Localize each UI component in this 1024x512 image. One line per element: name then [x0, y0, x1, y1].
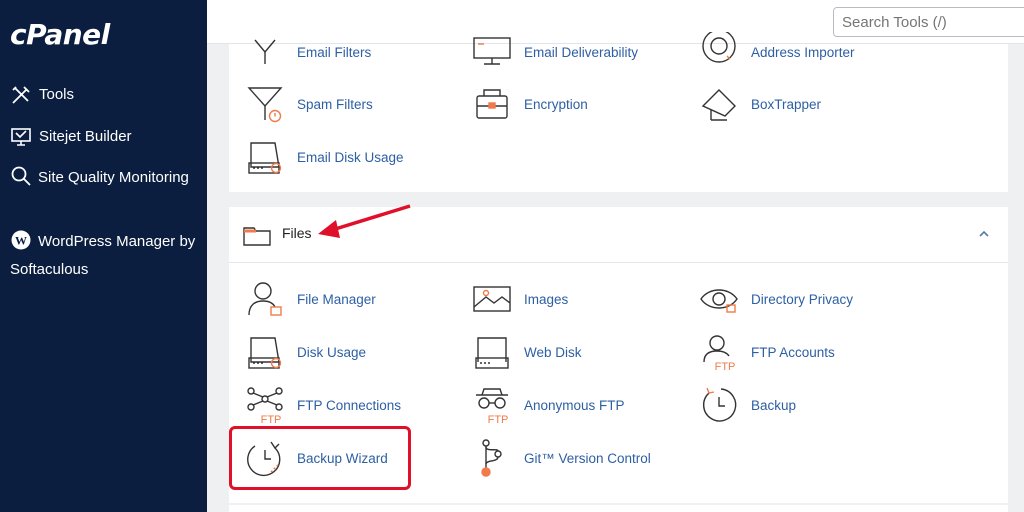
ftp-connections-icon: FTP — [247, 387, 283, 425]
item-label: Email Disk Usage — [297, 149, 404, 165]
disk-icon — [248, 337, 282, 369]
anonymous-ftp-icon: FTP — [476, 388, 509, 425]
images-icon — [473, 286, 511, 312]
boxtrapper-item[interactable]: BoxTrapper — [699, 84, 821, 124]
sidebar-item-wordpress[interactable]: W WordPress Manager by Softaculous — [10, 228, 200, 284]
next-section-panel — [229, 505, 1008, 512]
encryption-icon — [476, 89, 508, 119]
email-filters-item[interactable]: Email Filters — [245, 32, 371, 72]
sitejet-icon — [11, 128, 31, 146]
wordpress-icon: W — [11, 230, 31, 250]
search-input[interactable] — [833, 7, 1024, 37]
email-disk-usage-item[interactable]: Email Disk Usage — [245, 137, 404, 177]
disk-usage-item[interactable]: Disk Usage — [245, 332, 366, 372]
section-title: Files — [282, 225, 312, 241]
item-label: Directory Privacy — [751, 291, 854, 307]
ftp-connections-item[interactable]: FTP FTP Connections — [245, 385, 401, 425]
folder-icon — [243, 227, 271, 246]
item-label: Git™ Version Control — [524, 450, 651, 466]
item-label: Web Disk — [524, 344, 582, 360]
sidebar-item-label: Tools — [39, 86, 75, 103]
monitor-icon — [473, 37, 511, 65]
svg-text:FTP: FTP — [488, 414, 509, 425]
sidebar: cPanel Tools Sitejet Builder Site Qualit… — [0, 0, 207, 512]
images-item[interactable]: Images — [472, 279, 568, 319]
item-label: Images — [524, 291, 569, 307]
sidebar-item-sitejet[interactable]: Sitejet Builder — [10, 126, 132, 151]
sidebar-item-tools[interactable]: Tools — [10, 84, 74, 109]
item-label: Encryption — [524, 96, 588, 112]
cpanel-logo[interactable]: cPanel — [10, 18, 110, 51]
item-label: File Manager — [297, 291, 376, 307]
item-label: Spam Filters — [297, 96, 373, 112]
web-disk-item[interactable]: Web Disk — [472, 332, 582, 372]
item-label: Address Importer — [751, 44, 855, 60]
chevron-up-icon[interactable] — [977, 227, 991, 241]
encryption-item[interactable]: Encryption — [472, 84, 588, 124]
sidebar-item-label: Site Quality Monitoring — [38, 169, 189, 186]
backup-wizard-highlight — [229, 426, 411, 490]
boxtrapper-icon — [701, 89, 736, 121]
svg-text:W: W — [15, 234, 27, 248]
annotation-arrow — [318, 204, 411, 238]
sidebar-item-site-quality[interactable]: Site Quality Monitoring — [10, 164, 200, 192]
filter-icon — [254, 39, 276, 64]
sidebar-item-label: Sitejet Builder — [39, 128, 132, 145]
importer-icon — [702, 32, 736, 63]
item-label: Email Filters — [297, 44, 372, 60]
email-section-panel: Email Filters Email Deliverability Addre… — [229, 32, 1008, 192]
item-label: FTP Accounts — [751, 344, 835, 360]
file-manager-item[interactable]: File Manager — [245, 279, 376, 319]
item-label: Backup — [751, 397, 797, 413]
eye-icon — [700, 289, 738, 313]
item-label: Disk Usage — [297, 344, 367, 360]
backup-icon — [702, 387, 737, 422]
item-label: FTP Connections — [297, 397, 402, 413]
tools-icon — [12, 86, 30, 104]
directory-privacy-item[interactable]: Directory Privacy — [699, 279, 853, 319]
sidebar-item-label: WordPress Manager by Softaculous — [10, 233, 196, 278]
magnifier-icon — [11, 166, 31, 186]
disk-usage-icon — [248, 142, 282, 174]
item-label: Anonymous FTP — [524, 397, 625, 413]
address-importer-item[interactable]: Address Importer — [699, 32, 855, 72]
spam-filters-item[interactable]: Spam Filters — [245, 84, 373, 124]
web-disk-icon — [475, 337, 509, 369]
file-manager-icon — [248, 282, 282, 316]
svg-text:FTP: FTP — [261, 414, 282, 425]
svg-text:FTP: FTP — [715, 361, 736, 372]
anonymous-ftp-item[interactable]: FTP Anonymous FTP — [472, 385, 625, 425]
ftp-accounts-item[interactable]: FTP FTP Accounts — [699, 332, 835, 372]
git-icon — [481, 439, 502, 477]
item-label: Email Deliverability — [524, 44, 639, 60]
git-version-control-item[interactable]: Git™ Version Control — [472, 438, 651, 478]
item-label: BoxTrapper — [751, 96, 822, 112]
backup-item[interactable]: Backup — [699, 385, 796, 425]
spam-filter-icon — [247, 87, 283, 123]
ftp-accounts-icon: FTP — [703, 335, 736, 372]
email-deliverability-item[interactable]: Email Deliverability — [472, 32, 638, 72]
